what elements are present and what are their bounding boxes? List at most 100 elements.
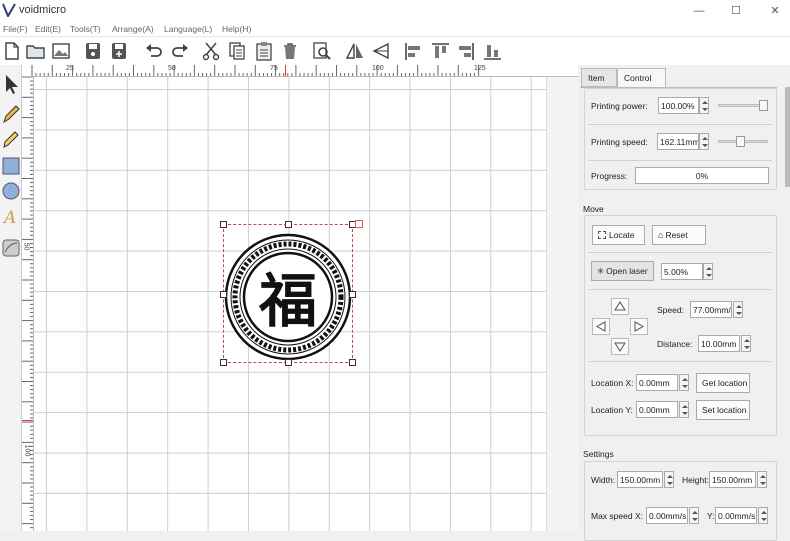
max-speed-y-input[interactable]: 0.00mm/s — [715, 507, 757, 524]
control-panel: Item Control Printing power: 100.00% Pri… — [580, 65, 790, 541]
panel-body: Printing power: 100.00% Printing speed: … — [580, 87, 777, 541]
pen-icon[interactable] — [1, 103, 21, 125]
text-icon[interactable]: A — [1, 205, 21, 228]
menu-file[interactable]: File(F) — [3, 24, 28, 34]
location-y-input[interactable]: 0.00mm — [636, 401, 678, 418]
minimize-button[interactable]: — — [690, 3, 708, 19]
maximize-button[interactable]: ☐ — [727, 3, 745, 19]
pencil-icon[interactable] — [1, 128, 21, 150]
printing-speed-stepper[interactable] — [699, 133, 709, 150]
canvas-scroll-area[interactable] — [546, 77, 578, 531]
printing-power-stepper[interactable] — [699, 97, 709, 114]
printing-power-input[interactable]: 100.00% — [658, 97, 699, 114]
resize-handle-l[interactable] — [220, 291, 227, 298]
location-y-stepper[interactable] — [679, 401, 689, 418]
move-speed-stepper[interactable] — [733, 301, 743, 318]
ruler-label-25: 25 — [66, 65, 74, 72]
new-file-icon[interactable] — [1, 40, 23, 62]
resize-handle-r[interactable] — [349, 291, 356, 298]
flip-vertical-icon[interactable] — [370, 40, 392, 62]
menu-arrange[interactable]: Arrange(A) — [112, 24, 154, 34]
menu-language[interactable]: Language(L) — [164, 24, 212, 34]
undo-icon[interactable] — [143, 40, 165, 62]
copy-icon[interactable] — [226, 40, 248, 62]
laser-icon: ✳ — [597, 266, 605, 276]
max-speed-x-stepper[interactable] — [689, 507, 699, 524]
arrow-up-icon — [614, 301, 626, 311]
align-bottom-icon[interactable] — [481, 40, 503, 62]
location-x-input[interactable]: 0.00mm — [636, 374, 678, 391]
app-title: voidmicro — [19, 4, 67, 16]
height-stepper[interactable] — [757, 471, 767, 488]
eraser-icon[interactable] — [1, 237, 21, 259]
save-as-icon[interactable] — [108, 40, 130, 62]
laser-power-input[interactable]: 5.00% — [661, 263, 703, 280]
printing-speed-slider-thumb[interactable] — [736, 136, 746, 147]
redo-icon[interactable] — [169, 40, 191, 62]
resize-handle-tl[interactable] — [220, 221, 227, 228]
align-top-icon[interactable] — [429, 40, 451, 62]
width-input[interactable]: 150.00mm — [617, 471, 663, 488]
move-left-button[interactable] — [592, 318, 610, 335]
resize-handle-t[interactable] — [285, 221, 292, 228]
max-speed-x-label: Max speed X: — [591, 511, 643, 521]
location-x-stepper[interactable] — [679, 374, 689, 391]
delete-icon[interactable] — [279, 40, 301, 62]
resize-handle-b[interactable] — [285, 359, 292, 366]
svg-text:A: A — [2, 208, 16, 227]
close-button[interactable]: ✕ — [766, 3, 784, 19]
arrow-down-icon — [614, 342, 626, 352]
printing-speed-label: Printing speed: — [591, 137, 648, 147]
set-location-button[interactable]: Set location — [696, 400, 750, 420]
locate-icon — [598, 231, 606, 239]
stamp-graphic[interactable]: 福 — [223, 224, 353, 363]
vertical-ruler: 50 100 — [22, 77, 34, 531]
ellipse-icon[interactable] — [1, 180, 21, 202]
distance-label: Distance: — [657, 339, 693, 349]
cut-icon[interactable] — [200, 40, 222, 62]
location-x-label: Location X: — [591, 378, 634, 388]
reset-button[interactable]: ⌂ Reset — [652, 225, 706, 245]
divider — [588, 160, 772, 161]
move-speed-input[interactable]: 77.00mm/ — [690, 301, 732, 318]
paste-icon[interactable] — [253, 40, 275, 62]
tab-control[interactable]: Control — [617, 68, 666, 87]
import-image-icon[interactable] — [50, 40, 72, 62]
resize-handle-bl[interactable] — [220, 359, 227, 366]
preview-icon[interactable] — [311, 40, 333, 62]
ruler-label-50-left: 50 — [22, 242, 30, 251]
move-up-button[interactable] — [611, 298, 629, 315]
flip-horizontal-icon[interactable] — [344, 40, 366, 62]
move-right-button[interactable] — [630, 318, 648, 335]
ruler-ticks-left — [22, 77, 33, 529]
get-location-button[interactable]: Get location — [696, 373, 750, 393]
menu-tools[interactable]: Tools(T) — [70, 24, 101, 34]
width-stepper[interactable] — [664, 471, 674, 488]
max-speed-x-input[interactable]: 0.00mm/s — [646, 507, 688, 524]
move-down-button[interactable] — [611, 338, 629, 355]
save-icon[interactable] — [82, 40, 104, 62]
open-laser-button[interactable]: ✳ Open laser — [591, 261, 654, 281]
panel-scrollbar[interactable] — [785, 87, 790, 187]
menu-edit[interactable]: Edit(E) — [35, 24, 61, 34]
locate-button[interactable]: Locate — [592, 225, 645, 245]
printing-power-slider-thumb[interactable] — [759, 100, 768, 111]
align-left-icon[interactable] — [402, 40, 424, 62]
height-input[interactable]: 150.00mm — [709, 471, 756, 488]
open-folder-icon[interactable] — [25, 40, 47, 62]
move-distance-input[interactable]: 10.00mm — [698, 335, 740, 352]
max-speed-y-stepper[interactable] — [758, 507, 768, 524]
tab-item[interactable]: Item — [581, 68, 617, 87]
move-distance-stepper[interactable] — [741, 335, 751, 352]
resize-handle-br[interactable] — [349, 359, 356, 366]
menu-help[interactable]: Help(H) — [222, 24, 251, 34]
cursor-marker-left — [22, 420, 33, 421]
selection-box[interactable]: 福 — [220, 220, 363, 366]
rotate-handle[interactable] — [355, 220, 363, 228]
cursor-marker — [285, 65, 286, 76]
laser-power-stepper[interactable] — [703, 263, 713, 280]
align-right-icon[interactable] — [455, 40, 477, 62]
select-arrow-icon[interactable] — [1, 73, 21, 95]
rectangle-icon[interactable] — [1, 155, 21, 177]
printing-speed-input[interactable]: 162.11mm — [657, 133, 699, 150]
